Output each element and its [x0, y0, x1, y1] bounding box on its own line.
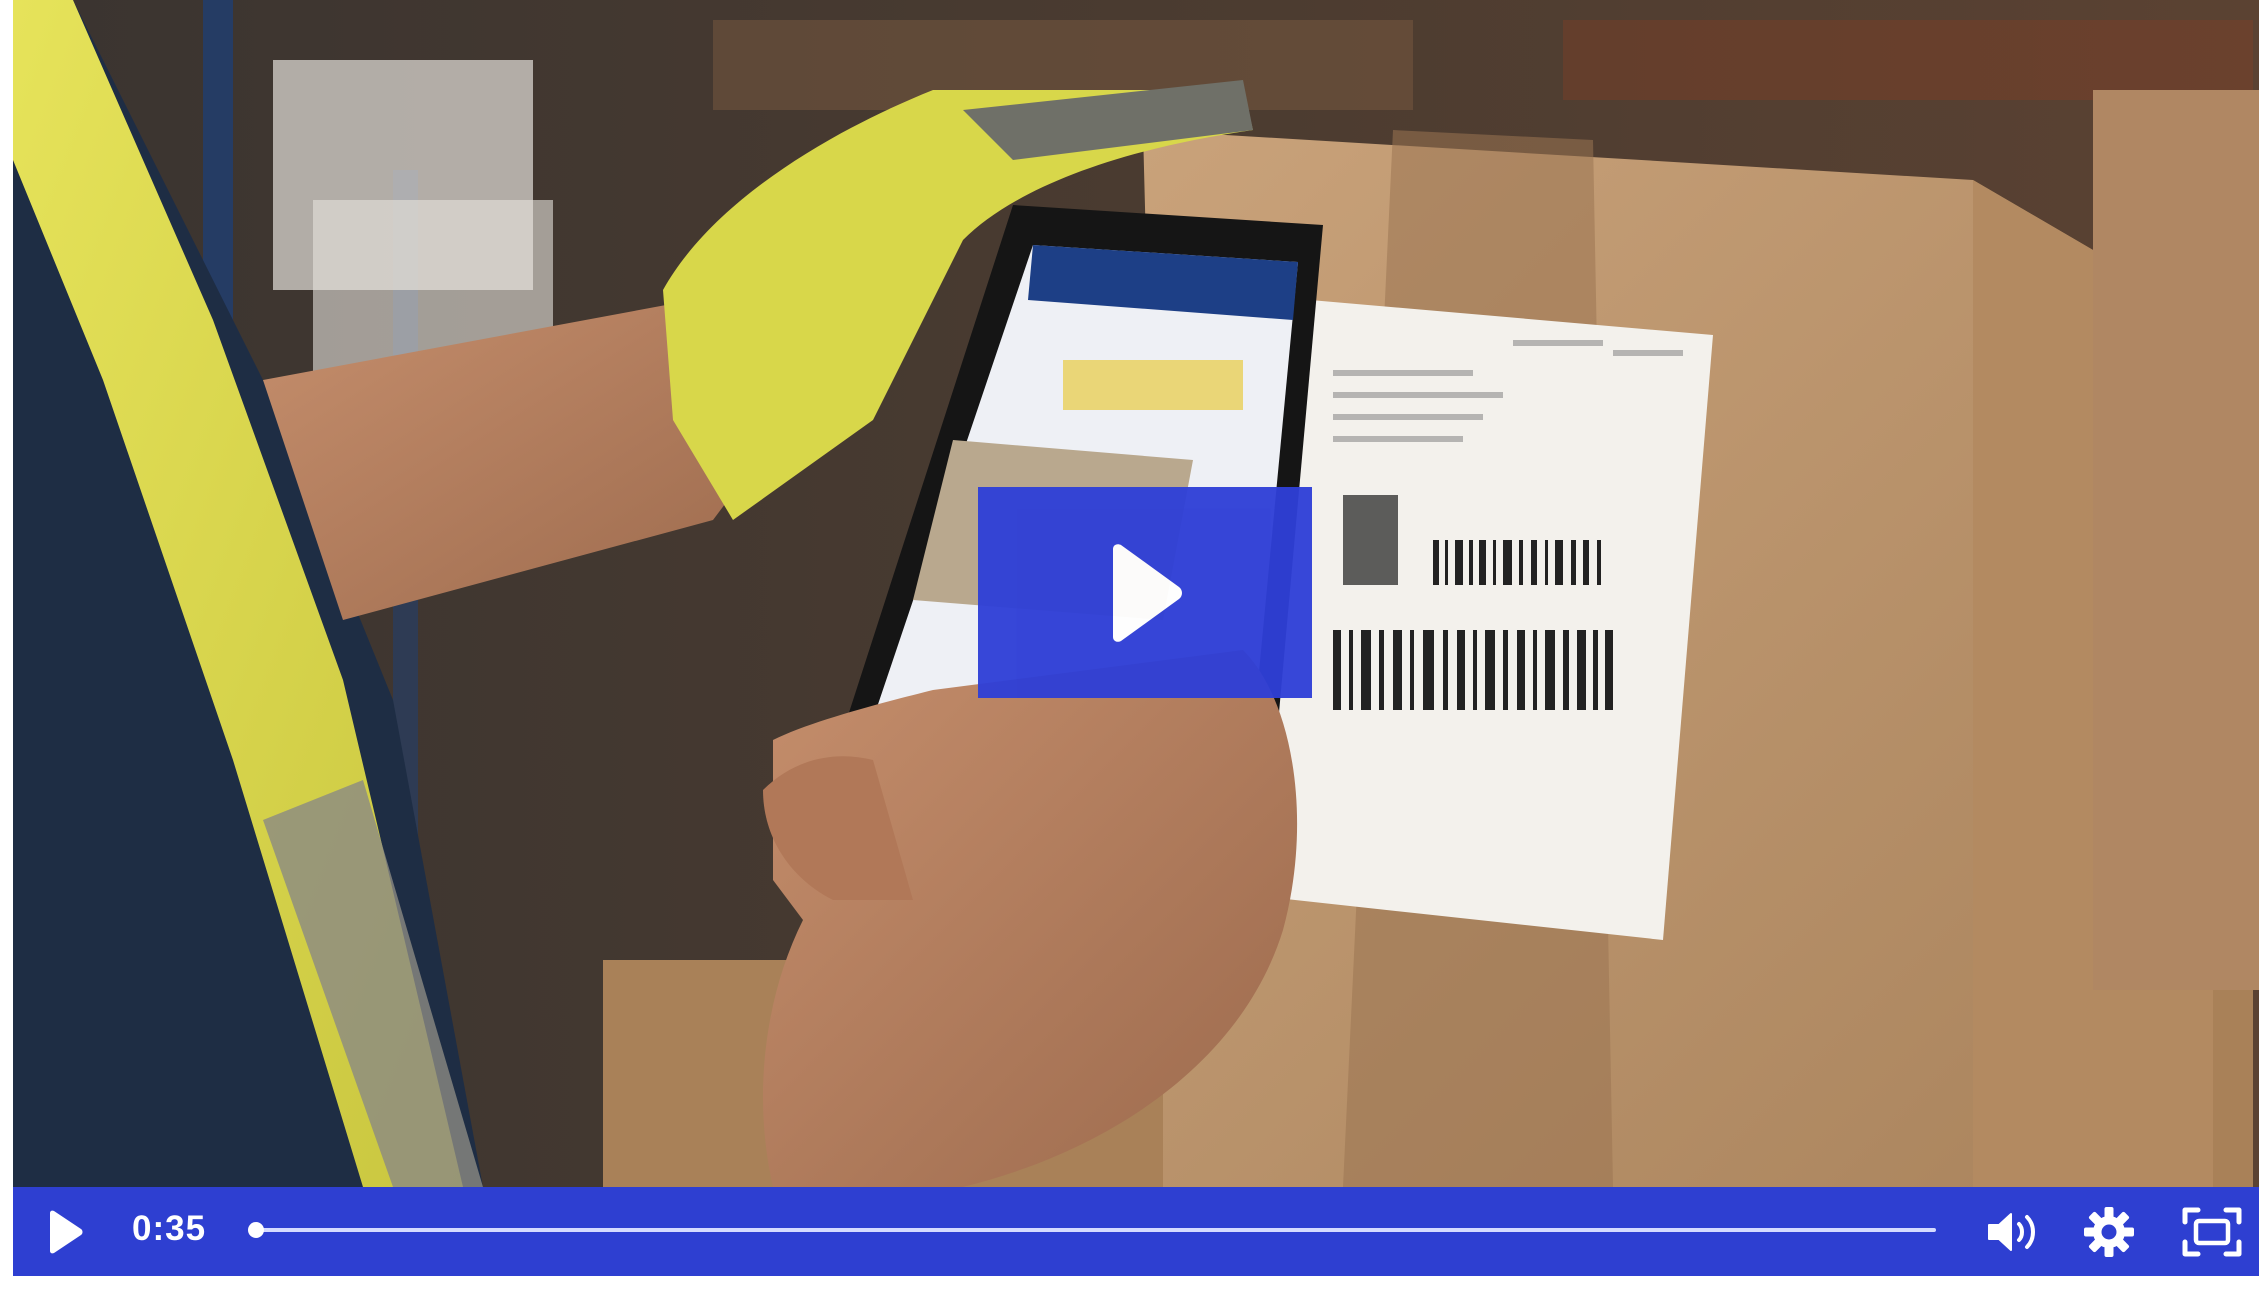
- volume-button[interactable]: [1983, 1205, 2043, 1259]
- video-player[interactable]: 0:35: [13, 0, 2259, 1276]
- progress-thumb[interactable]: [248, 1222, 264, 1238]
- control-bar: 0:35: [13, 1187, 2259, 1276]
- progress-track: [256, 1228, 1936, 1232]
- video-poster[interactable]: [13, 0, 2259, 1187]
- progress-bar[interactable]: [248, 1222, 1936, 1238]
- play-button[interactable]: [39, 1207, 89, 1257]
- big-play-button[interactable]: [978, 487, 1312, 698]
- fullscreen-button[interactable]: [2181, 1205, 2243, 1259]
- play-icon: [1113, 543, 1182, 642]
- volume-icon: [1988, 1213, 2035, 1251]
- play-icon: [50, 1210, 83, 1254]
- gear-icon: [2084, 1207, 2134, 1257]
- current-time: 0:35: [132, 1209, 207, 1248]
- settings-button[interactable]: [2081, 1204, 2137, 1260]
- fullscreen-icon: [2182, 1207, 2242, 1257]
